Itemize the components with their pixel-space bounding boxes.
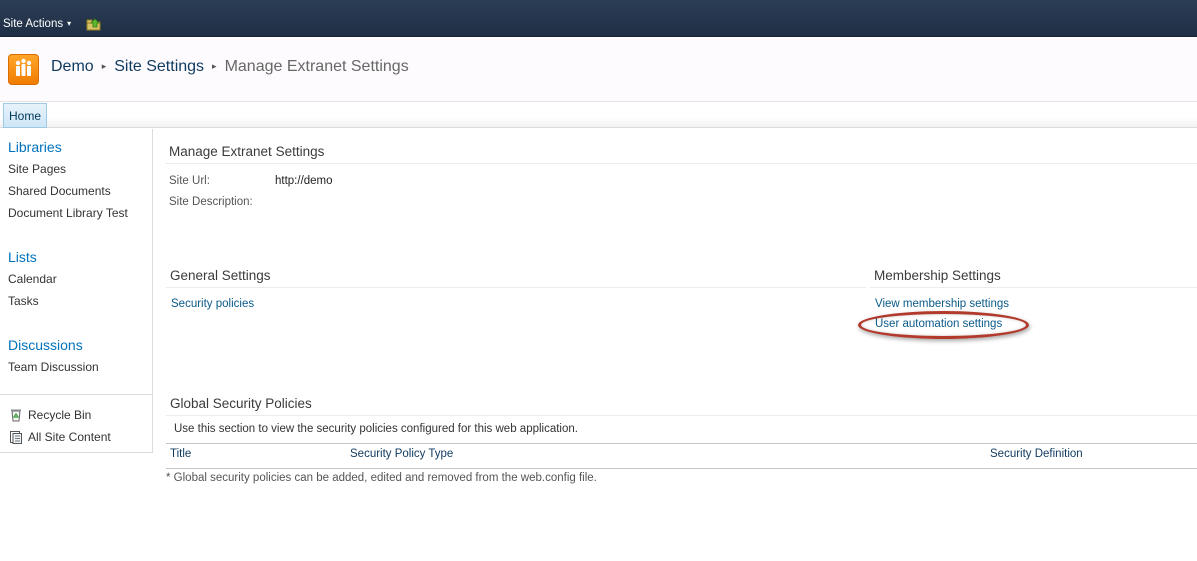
recycle-bin-link[interactable]: Recycle Bin bbox=[9, 408, 91, 422]
global-security-policies-title: Global Security Policies bbox=[170, 396, 312, 411]
folder-up-arrow-icon[interactable] bbox=[86, 17, 102, 31]
page-title: Manage Extranet Settings bbox=[224, 58, 409, 75]
sidebar-item-shared-documents[interactable]: Shared Documents bbox=[8, 184, 111, 198]
site-content-icon bbox=[10, 431, 22, 444]
breadcrumb-demo-link[interactable]: Demo bbox=[51, 58, 94, 75]
recycle-bin-icon bbox=[11, 409, 21, 422]
view-membership-settings-link[interactable]: View membership settings bbox=[875, 298, 1009, 310]
heading-divider bbox=[165, 163, 1197, 164]
sidebar-item-site-pages[interactable]: Site Pages bbox=[8, 162, 66, 176]
all-site-content-label: All Site Content bbox=[28, 430, 111, 444]
general-settings-divider bbox=[166, 287, 866, 288]
membership-settings-title: Membership Settings bbox=[874, 268, 1001, 283]
site-url-label: Site Url: bbox=[169, 175, 210, 187]
top-nav-tabs: Home bbox=[0, 103, 1197, 128]
all-site-content-link[interactable]: All Site Content bbox=[9, 430, 111, 444]
general-settings-title: General Settings bbox=[170, 268, 271, 283]
sidebar-divider bbox=[0, 394, 152, 395]
site-actions-menu[interactable]: Site Actions ▾ bbox=[3, 18, 71, 30]
column-header-security-policy-type[interactable]: Security Policy Type bbox=[350, 448, 453, 460]
user-automation-settings-link[interactable]: User automation settings bbox=[875, 318, 1002, 330]
quick-launch-sidebar: Libraries Site Pages Shared Documents Do… bbox=[0, 129, 153, 453]
site-description-label: Site Description: bbox=[169, 196, 253, 208]
breadcrumb-separator-icon: ▸ bbox=[212, 61, 217, 71]
breadcrumb-separator-icon: ▸ bbox=[101, 61, 107, 71]
page-heading: Manage Extranet Settings bbox=[169, 144, 325, 159]
chevron-down-icon: ▾ bbox=[67, 19, 72, 29]
security-policies-link[interactable]: Security policies bbox=[171, 298, 254, 310]
membership-settings-divider bbox=[870, 287, 1197, 288]
sidebar-item-document-library-test[interactable]: Document Library Test bbox=[8, 206, 128, 220]
sidebar-heading-libraries[interactable]: Libraries bbox=[8, 139, 62, 155]
top-ribbon-bar: Site Actions ▾ bbox=[0, 0, 1197, 37]
global-security-policies-divider bbox=[166, 415, 1197, 416]
breadcrumb-site-settings-link[interactable]: Site Settings bbox=[114, 58, 204, 75]
sidebar-heading-discussions[interactable]: Discussions bbox=[8, 337, 83, 353]
sidebar-heading-lists[interactable]: Lists bbox=[8, 249, 37, 265]
column-header-title[interactable]: Title bbox=[170, 448, 191, 460]
sidebar-item-calendar[interactable]: Calendar bbox=[8, 272, 57, 286]
site-url-value: http://demo bbox=[275, 175, 333, 187]
site-actions-label: Site Actions bbox=[3, 18, 64, 30]
title-area: Demo ▸ Site Settings ▸ Manage Extranet Setti… bbox=[0, 38, 1197, 102]
security-policies-table-header: Title Security Policy Type Security Defi… bbox=[166, 443, 1197, 469]
column-header-security-definition[interactable]: Security Definition bbox=[990, 448, 1083, 460]
global-security-policies-description: Use this section to view the security po… bbox=[174, 423, 578, 435]
site-people-logo-icon[interactable] bbox=[8, 54, 39, 85]
global-security-policies-footnote: * Global security policies can be added,… bbox=[166, 472, 597, 484]
sidebar-item-team-discussion[interactable]: Team Discussion bbox=[8, 360, 99, 374]
sidebar-item-tasks[interactable]: Tasks bbox=[8, 294, 39, 308]
breadcrumb: Demo ▸ Site Settings ▸ Manage Extranet Setti… bbox=[51, 58, 409, 76]
recycle-bin-label: Recycle Bin bbox=[28, 408, 92, 422]
tab-home[interactable]: Home bbox=[3, 103, 48, 128]
